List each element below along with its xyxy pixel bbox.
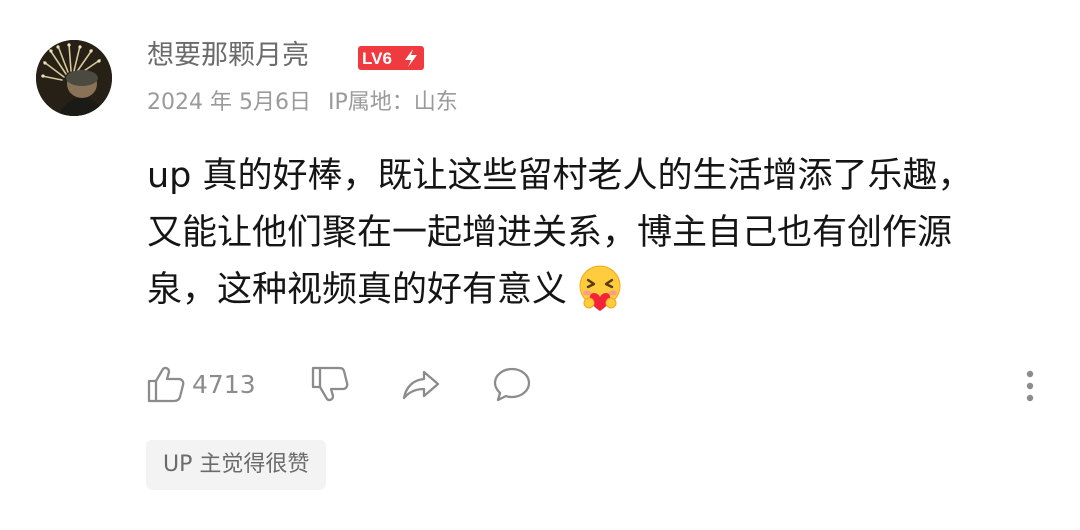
- level-badge: LV6: [358, 46, 424, 70]
- action-bar: 4713: [0, 360, 1080, 410]
- more-vertical-icon: [1026, 370, 1034, 402]
- content-line: 又能让他们聚在一起增进关系，博主自己也有创作源: [147, 213, 953, 253]
- ip-location: IP属地：山东: [327, 90, 458, 115]
- username[interactable]: 想要那颗月亮: [147, 38, 309, 74]
- thumbs-up-icon: [147, 366, 185, 403]
- dislike-button[interactable]: [310, 360, 350, 408]
- up-liked-tag: UP 主觉得很赞: [146, 440, 327, 490]
- avatar[interactable]: [36, 40, 112, 116]
- more-options-button[interactable]: [1016, 360, 1044, 408]
- avatar-image: [36, 40, 112, 116]
- content-line: up 真的好棒，既让这些留村老人的生活增添了乐趣，: [147, 156, 973, 196]
- level-badge-text: LV6: [362, 49, 392, 68]
- content-line-text: 泉，这种视频真的好有意义: [147, 270, 568, 310]
- comment-bubble-icon: [493, 367, 531, 402]
- thumbs-down-icon: [311, 366, 349, 402]
- comment-meta: 2024 年 5月6日 IP属地：山东: [147, 88, 468, 118]
- content-line-last: 泉，这种视频真的好有意义: [147, 262, 1027, 319]
- comment-content: up 真的好棒，既让这些留村老人的生活增添了乐趣， 又能让他们聚在一起增进关系，…: [147, 148, 1027, 319]
- comment-date: 2024 年 5月6日: [147, 90, 311, 115]
- reply-button[interactable]: [492, 360, 532, 408]
- like-button[interactable]: 4713: [146, 360, 256, 408]
- hugging-heart-emoji-icon: [579, 265, 621, 311]
- like-count: 4713: [192, 369, 256, 399]
- comment-item: 想要那颗月亮 LV6 2024 年 5月6日 IP属地：山东 up 真的好棒，既…: [0, 0, 1080, 530]
- share-button[interactable]: [400, 360, 442, 408]
- share-arrow-icon: [402, 370, 440, 400]
